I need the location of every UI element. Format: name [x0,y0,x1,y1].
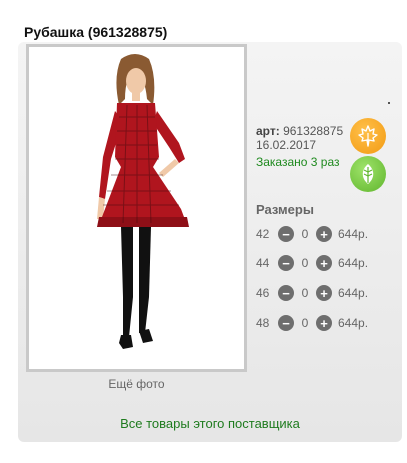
minus-button[interactable]: − [278,315,294,331]
size-row: 48 − 0 + 644р. [256,314,368,332]
sizes-title: Размеры [256,202,314,217]
product-image [29,47,244,369]
size-price: 644р. [338,227,369,241]
size-row: 42 − 0 + 644р. [256,225,368,243]
size-price: 644р. [338,316,369,330]
quantity-value: 0 [301,286,309,300]
article-value: 961328875 [283,124,344,138]
product-title: Рубашка (961328875) [24,24,168,40]
minus-button[interactable]: − [278,285,294,301]
plus-button[interactable]: + [316,226,332,242]
article-line: арт: 961328875 [256,124,343,138]
quantity-value: 0 [301,316,309,330]
size-row: 46 − 0 + 644р. [256,284,368,302]
size-row: 44 − 0 + 644р. [256,254,368,272]
more-photo-link[interactable]: Ещё фото [26,377,247,391]
minus-button[interactable]: − [278,255,294,271]
product-info: арт: 961328875 16.02.2017 Заказано 3 раз [256,124,343,169]
quantity-value: 0 [301,227,309,241]
supplier-products-link[interactable]: Все товары этого поставщика [18,416,402,431]
separator-dot [388,102,390,104]
minus-button[interactable]: − [278,226,294,242]
maple-leaf-badge[interactable] [350,118,386,154]
product-photo[interactable] [26,44,247,372]
plus-button[interactable]: + [316,255,332,271]
size-label: 42 [256,227,270,241]
size-label: 46 [256,286,270,300]
article-label: арт: [256,124,280,138]
ordered-count: Заказано 3 раз [256,155,340,169]
size-label: 48 [256,316,270,330]
size-price: 644р. [338,256,369,270]
maple-leaf-icon [358,125,378,147]
product-date: 16.02.2017 [256,138,317,152]
leaf-icon [362,164,374,184]
leaf-badge[interactable] [350,156,386,192]
size-price: 644р. [338,286,369,300]
plus-button[interactable]: + [316,285,332,301]
plus-button[interactable]: + [316,315,332,331]
size-label: 44 [256,256,270,270]
quantity-value: 0 [301,256,309,270]
